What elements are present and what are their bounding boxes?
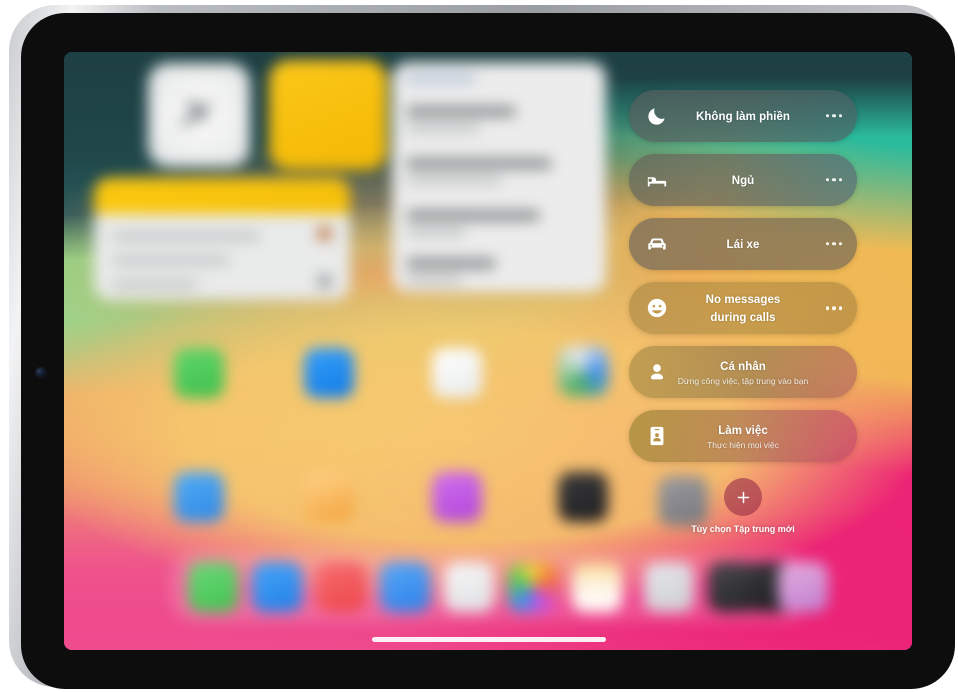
add-focus-section: Tùy chọn Tập trung mới — [629, 478, 857, 534]
front-camera-icon — [36, 368, 45, 377]
dock-icon-photos[interactable] — [508, 562, 558, 612]
home-indicator[interactable] — [372, 637, 606, 642]
dock-icon-blue[interactable] — [252, 562, 302, 612]
smiley-face-icon — [646, 297, 668, 319]
dock-icon-white[interactable] — [444, 562, 494, 612]
app-icon-blue[interactable] — [304, 348, 354, 398]
app-icon-white[interactable] — [432, 348, 482, 398]
focus-item-title: Lái xe — [726, 238, 760, 251]
focus-item-more-button[interactable] — [825, 114, 842, 118]
focus-item-do-not-disturb[interactable]: Không làm phiền — [629, 90, 857, 142]
dock-icon-red[interactable] — [316, 562, 366, 612]
focus-item-title: Không làm phiền — [695, 110, 791, 123]
focus-item-work[interactable]: Làm việc Thực hiện mọi việc — [629, 410, 857, 462]
dock-icon-blue2[interactable] — [380, 562, 430, 612]
dock-icon-light[interactable] — [644, 562, 694, 612]
car-icon — [646, 233, 668, 255]
focus-item-title: Cá nhân — [720, 361, 766, 374]
dock-icon-files[interactable] — [778, 562, 828, 612]
moon-icon — [646, 105, 668, 127]
focus-item-title: Ngủ — [731, 174, 755, 187]
focus-item-more-button[interactable] — [825, 306, 842, 310]
focus-item-more-button[interactable] — [825, 178, 842, 182]
bed-icon — [646, 169, 668, 191]
focus-item-more-button[interactable] — [825, 242, 842, 246]
app-icon-black[interactable] — [558, 472, 608, 522]
focus-panel: Không làm phiền Ngủ Lái xe No messages d… — [629, 90, 857, 534]
focus-item-sleep[interactable]: Ngủ — [629, 154, 857, 206]
focus-item-personal[interactable]: Cá nhân Dừng công việc, tập trung vào bạ… — [629, 346, 857, 398]
app-icon-green[interactable] — [174, 348, 224, 398]
app-icon-orange[interactable] — [304, 472, 354, 522]
focus-item-title-line1: No messages — [705, 293, 781, 306]
person-icon — [646, 361, 668, 383]
plus-icon — [737, 491, 749, 503]
focus-item-driving[interactable]: Lái xe — [629, 218, 857, 270]
dock-icon-green[interactable] — [188, 562, 238, 612]
focus-item-title-line2: during calls — [710, 312, 776, 324]
dock — [170, 552, 828, 622]
notes-widget[interactable] — [269, 60, 387, 170]
app-icon-maps[interactable] — [558, 346, 608, 396]
device-frame: Không làm phiền Ngủ Lái xe No messages d… — [9, 5, 955, 689]
focus-item-no-messages-during-calls[interactable]: No messages during calls — [629, 282, 857, 334]
calendar-widget[interactable] — [392, 62, 606, 292]
add-focus-label: Tùy chọn Tập trung mới — [691, 524, 795, 534]
focus-item-subtitle: Thực hiện mọi việc — [707, 439, 779, 450]
app-icon-blue2[interactable] — [174, 472, 224, 522]
add-focus-button[interactable] — [724, 478, 762, 516]
app-icon-purple[interactable] — [432, 472, 482, 522]
focus-item-subtitle: Dừng công việc, tập trung vào bạn — [677, 375, 809, 386]
clock-widget[interactable] — [148, 63, 250, 167]
id-badge-icon — [646, 425, 668, 447]
focus-item-title: Làm việc — [718, 425, 768, 438]
ipad-screen: Không làm phiền Ngủ Lái xe No messages d… — [64, 52, 912, 650]
reminders-widget[interactable] — [94, 178, 350, 300]
dock-icon-cream[interactable] — [572, 562, 622, 612]
